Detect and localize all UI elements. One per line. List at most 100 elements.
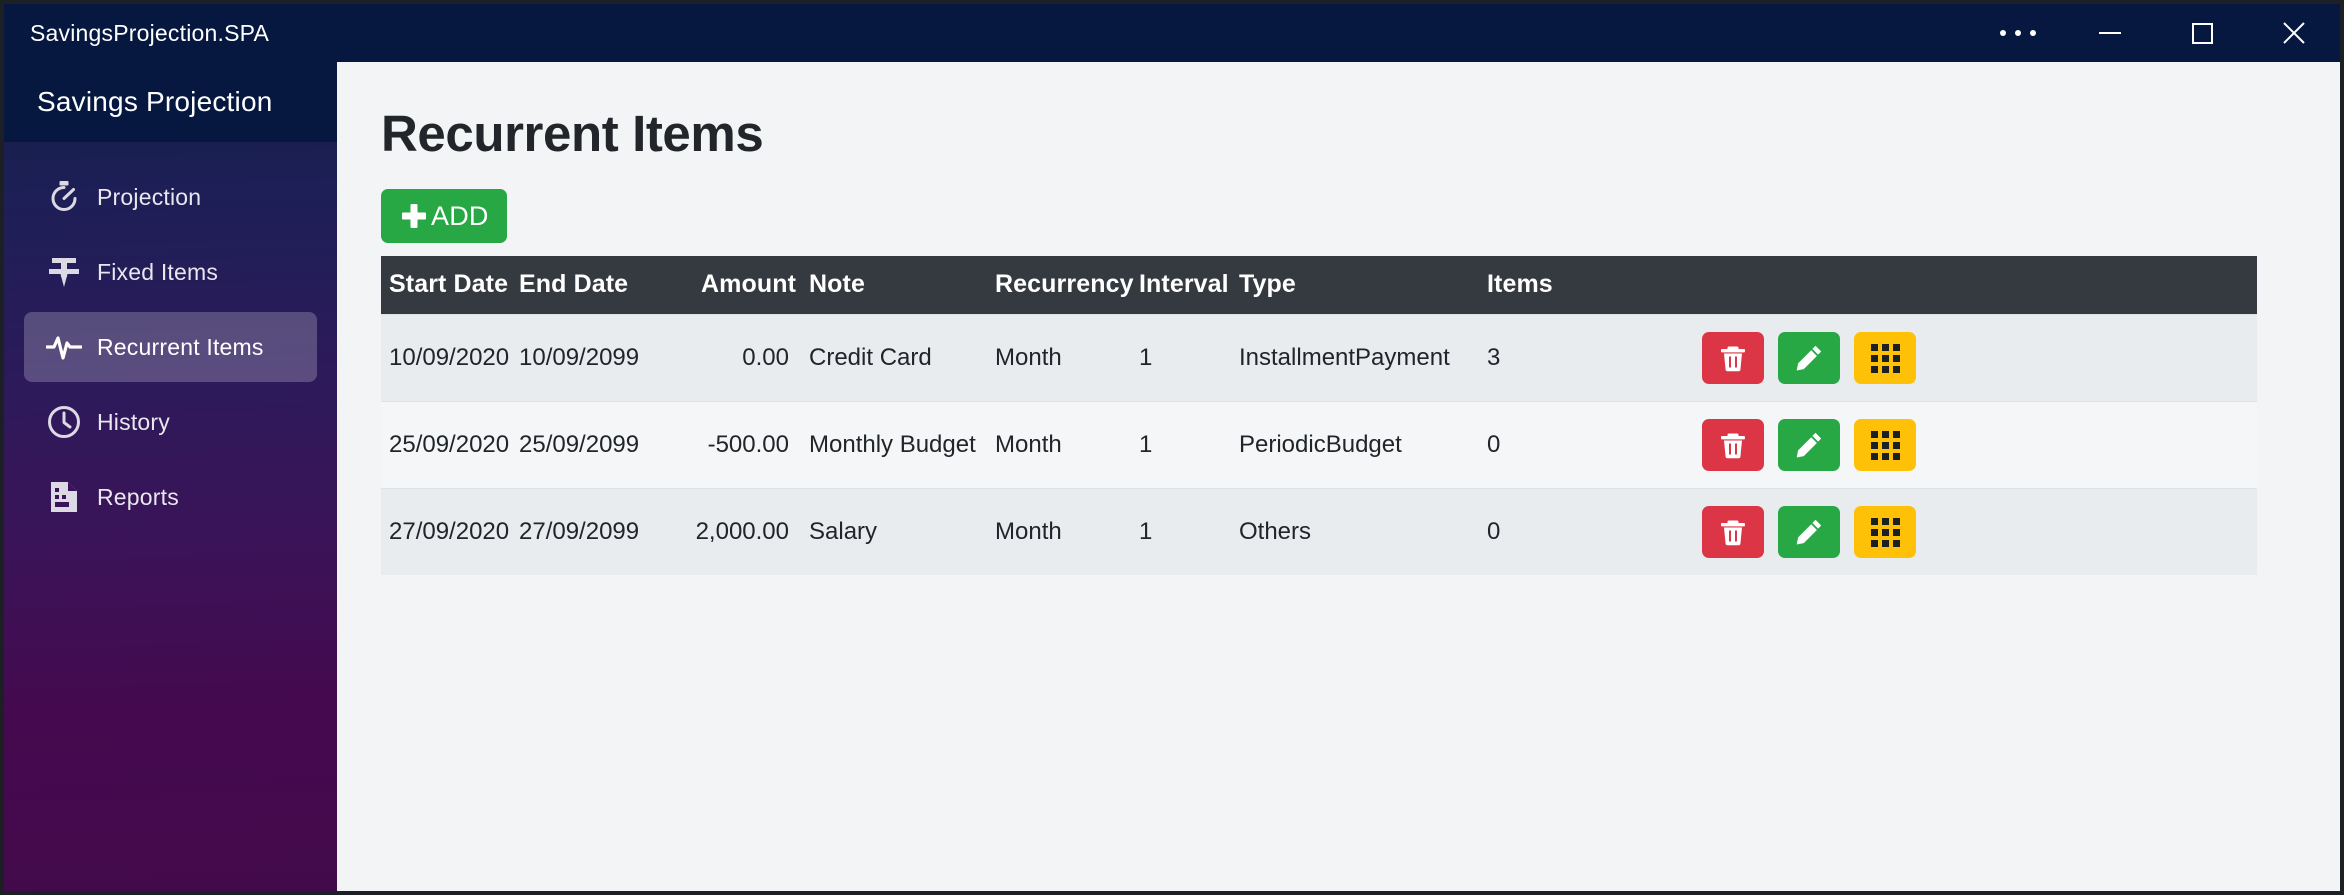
cell-recurrency: Month xyxy=(995,314,1139,402)
sidebar-item-projection[interactable]: Projection xyxy=(24,162,317,232)
grid-icon xyxy=(1870,343,1900,373)
sidebar-item-label: History xyxy=(97,408,170,435)
sidebar-item-label: Projection xyxy=(97,183,202,210)
maximize-button[interactable] xyxy=(2156,4,2248,62)
cell-start-date: 10/09/2020 xyxy=(381,314,519,402)
plus-icon xyxy=(399,201,429,231)
cell-amount: 0.00 xyxy=(671,314,803,402)
column-header-recurrency[interactable]: Recurrency xyxy=(995,256,1139,315)
cell-amount: -500.00 xyxy=(671,401,803,489)
sidebar-item-fixed-items[interactable]: Fixed Items xyxy=(24,237,317,307)
cell-recurrency: Month xyxy=(995,401,1139,489)
grid-icon xyxy=(1870,517,1900,547)
pencil-icon xyxy=(1796,432,1822,458)
cell-end-date: 10/09/2099 xyxy=(519,314,671,402)
column-header-actions xyxy=(1702,256,2257,315)
main-content: Recurrent Items ADD Start Date End Date xyxy=(337,62,2340,891)
delete-button[interactable] xyxy=(1702,419,1764,472)
cell-note: Monthly Budget xyxy=(803,401,995,489)
window-body: Savings Projection Projection Fixed Item… xyxy=(4,62,2340,891)
sidebar-item-label: Fixed Items xyxy=(97,258,219,285)
cell-recurrency: Month xyxy=(995,488,1139,576)
cell-note: Salary xyxy=(803,488,995,576)
cell-interval: 1 xyxy=(1139,488,1239,576)
row-action-group xyxy=(1702,332,2247,385)
edit-button[interactable] xyxy=(1778,332,1840,385)
add-button-label: ADD xyxy=(431,200,489,231)
grid-icon xyxy=(1870,430,1900,460)
sidebar-item-history[interactable]: History xyxy=(24,387,317,457)
edit-button[interactable] xyxy=(1778,419,1840,472)
report-doc-icon xyxy=(37,480,91,514)
cell-actions xyxy=(1702,401,2257,489)
table-row[interactable]: 25/09/2020 25/09/2099 -500.00 Monthly Bu… xyxy=(381,401,2257,489)
stopwatch-icon xyxy=(37,180,91,214)
recurrent-items-table: Start Date End Date Amount Note Recurren… xyxy=(381,256,2257,576)
detail-button[interactable] xyxy=(1854,506,1916,559)
cell-end-date: 25/09/2099 xyxy=(519,401,671,489)
app-name: Savings Projection xyxy=(37,86,273,117)
sidebar-item-recurrent-items[interactable]: Recurrent Items xyxy=(24,312,317,382)
pencil-icon xyxy=(1796,345,1822,371)
pin-icon xyxy=(37,255,91,289)
cell-amount: 2,000.00 xyxy=(671,488,803,576)
add-button[interactable]: ADD xyxy=(381,189,507,244)
cell-actions xyxy=(1702,488,2257,576)
table-row[interactable]: 27/09/2020 27/09/2099 2,000.00 Salary Mo… xyxy=(381,488,2257,576)
sidebar-item-label: Recurrent Items xyxy=(97,333,264,360)
column-header-start-date[interactable]: Start Date xyxy=(381,256,519,315)
more-options-button[interactable] xyxy=(1972,4,2064,62)
close-button[interactable] xyxy=(2248,4,2340,62)
pencil-icon xyxy=(1796,519,1822,545)
cell-type: PeriodicBudget xyxy=(1239,401,1487,489)
close-icon xyxy=(2283,22,2305,44)
cell-items: 3 xyxy=(1487,314,1702,402)
detail-button[interactable] xyxy=(1854,419,1916,472)
edit-button[interactable] xyxy=(1778,506,1840,559)
clock-icon xyxy=(37,405,91,439)
cell-type: Others xyxy=(1239,488,1487,576)
table-row[interactable]: 10/09/2020 10/09/2099 0.00 Credit Card M… xyxy=(381,314,2257,402)
table-header-row: Start Date End Date Amount Note Recurren… xyxy=(381,256,2257,315)
table-body: 10/09/2020 10/09/2099 0.00 Credit Card M… xyxy=(381,314,2257,576)
cell-items: 0 xyxy=(1487,401,1702,489)
column-header-type[interactable]: Type xyxy=(1239,256,1487,315)
column-header-items[interactable]: Items xyxy=(1487,256,1702,315)
pulse-icon xyxy=(37,332,91,362)
sidebar: Savings Projection Projection Fixed Item… xyxy=(4,62,337,891)
cell-end-date: 27/09/2099 xyxy=(519,488,671,576)
app-window: SavingsProjection.SPA Savings Projection xyxy=(0,0,2344,895)
detail-button[interactable] xyxy=(1854,332,1916,385)
delete-button[interactable] xyxy=(1702,506,1764,559)
column-header-end-date[interactable]: End Date xyxy=(519,256,671,315)
sidebar-header: Savings Projection xyxy=(4,62,337,142)
minimize-icon xyxy=(2099,32,2121,34)
delete-button[interactable] xyxy=(1702,332,1764,385)
cell-type: InstallmentPayment xyxy=(1239,314,1487,402)
trash-icon xyxy=(1721,433,1745,459)
minimize-button[interactable] xyxy=(2064,4,2156,62)
sidebar-item-reports[interactable]: Reports xyxy=(24,462,317,532)
sidebar-item-label: Reports xyxy=(97,483,179,510)
sidebar-nav: Projection Fixed Items Recurrent Items H… xyxy=(4,142,337,532)
cell-actions xyxy=(1702,314,2257,402)
cell-interval: 1 xyxy=(1139,401,1239,489)
table-head: Start Date End Date Amount Note Recurren… xyxy=(381,256,2257,315)
maximize-icon xyxy=(2191,22,2213,44)
cell-items: 0 xyxy=(1487,488,1702,576)
ellipsis-icon xyxy=(2000,30,2036,36)
cell-note: Credit Card xyxy=(803,314,995,402)
page-title: Recurrent Items xyxy=(381,105,764,162)
column-header-amount[interactable]: Amount xyxy=(671,256,803,315)
trash-icon xyxy=(1721,520,1745,546)
column-header-interval[interactable]: Interval xyxy=(1139,256,1239,315)
recurrent-items-table-wrapper: Start Date End Date Amount Note Recurren… xyxy=(381,256,2257,576)
cell-start-date: 25/09/2020 xyxy=(381,401,519,489)
title-bar: SavingsProjection.SPA xyxy=(4,4,2340,62)
row-action-group xyxy=(1702,419,2247,472)
cell-interval: 1 xyxy=(1139,314,1239,402)
trash-icon xyxy=(1721,346,1745,372)
row-action-group xyxy=(1702,506,2247,559)
column-header-note[interactable]: Note xyxy=(803,256,995,315)
window-title: SavingsProjection.SPA xyxy=(30,19,270,46)
